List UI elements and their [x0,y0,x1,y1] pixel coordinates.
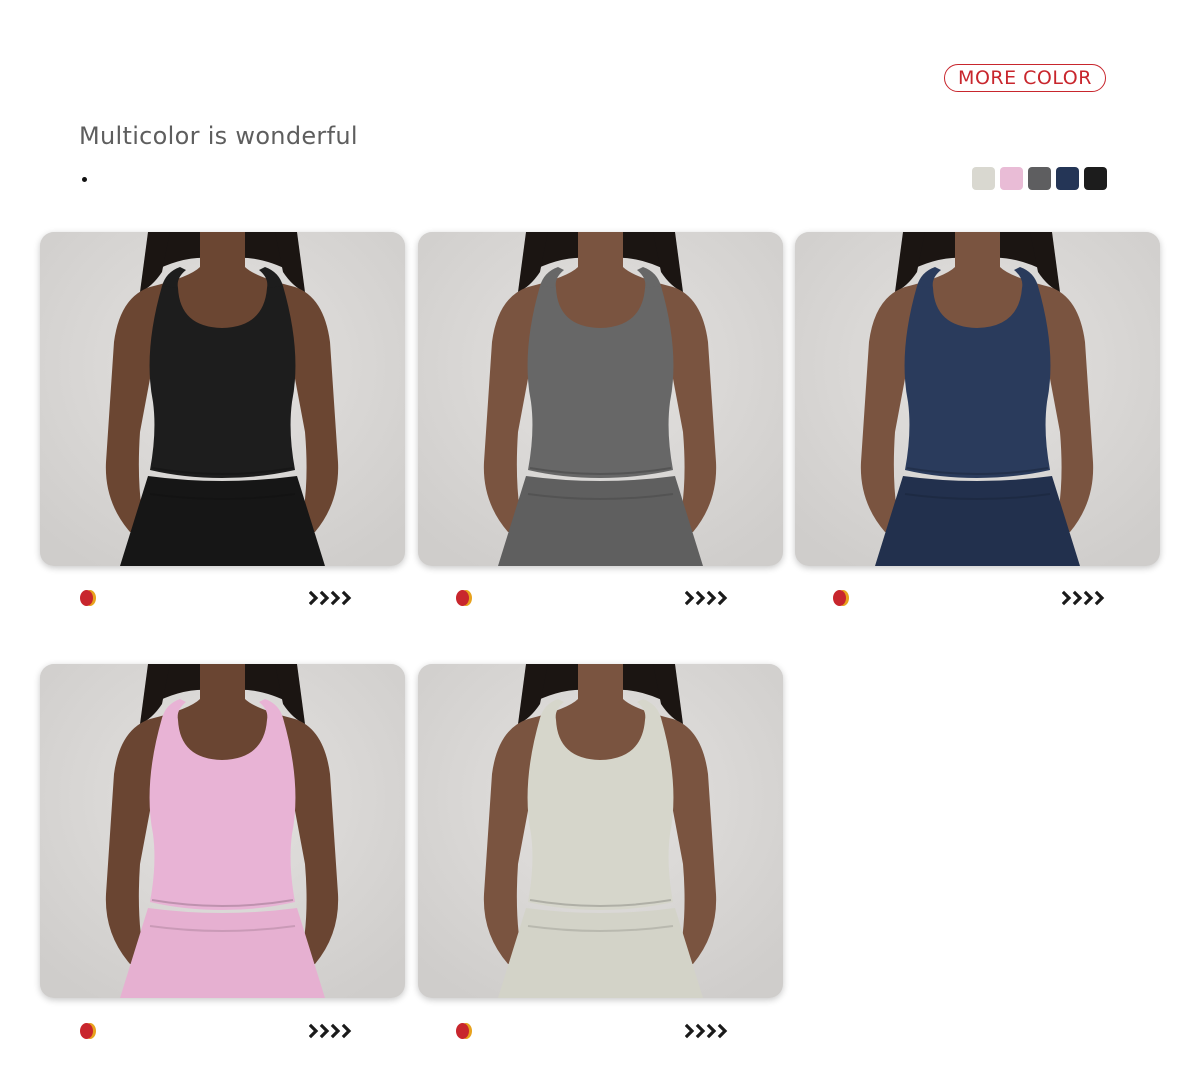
chevrons-right-icon[interactable] [685,590,731,606]
more-color-button[interactable]: MORE COLOR [944,64,1106,92]
product-card-navy[interactable] [795,232,1160,566]
headline: Multicolor is wonderful [79,122,358,150]
color-marker-icon [80,1023,96,1039]
product-card-gray[interactable] [418,232,783,566]
color-marker-icon [80,590,96,606]
product-photo [40,664,405,998]
swatch-gray[interactable] [1028,167,1051,190]
chevrons-right-icon[interactable] [1062,590,1108,606]
color-marker-icon [833,590,849,606]
swatch-pink[interactable] [1000,167,1023,190]
chevrons-right-icon[interactable] [309,590,355,606]
product-card-pink[interactable] [40,664,405,998]
product-photo [795,232,1160,566]
product-photo [418,664,783,998]
product-card-black[interactable] [40,232,405,566]
chevrons-right-icon[interactable] [685,1023,731,1039]
bullet-dot [82,177,87,182]
chevrons-right-icon[interactable] [309,1023,355,1039]
swatch-navy[interactable] [1056,167,1079,190]
product-card-beige[interactable] [418,664,783,998]
color-marker-icon [456,1023,472,1039]
product-photo [418,232,783,566]
color-swatches [972,167,1107,190]
swatch-black[interactable] [1084,167,1107,190]
product-photo [40,232,405,566]
swatch-beige[interactable] [972,167,995,190]
color-marker-icon [456,590,472,606]
